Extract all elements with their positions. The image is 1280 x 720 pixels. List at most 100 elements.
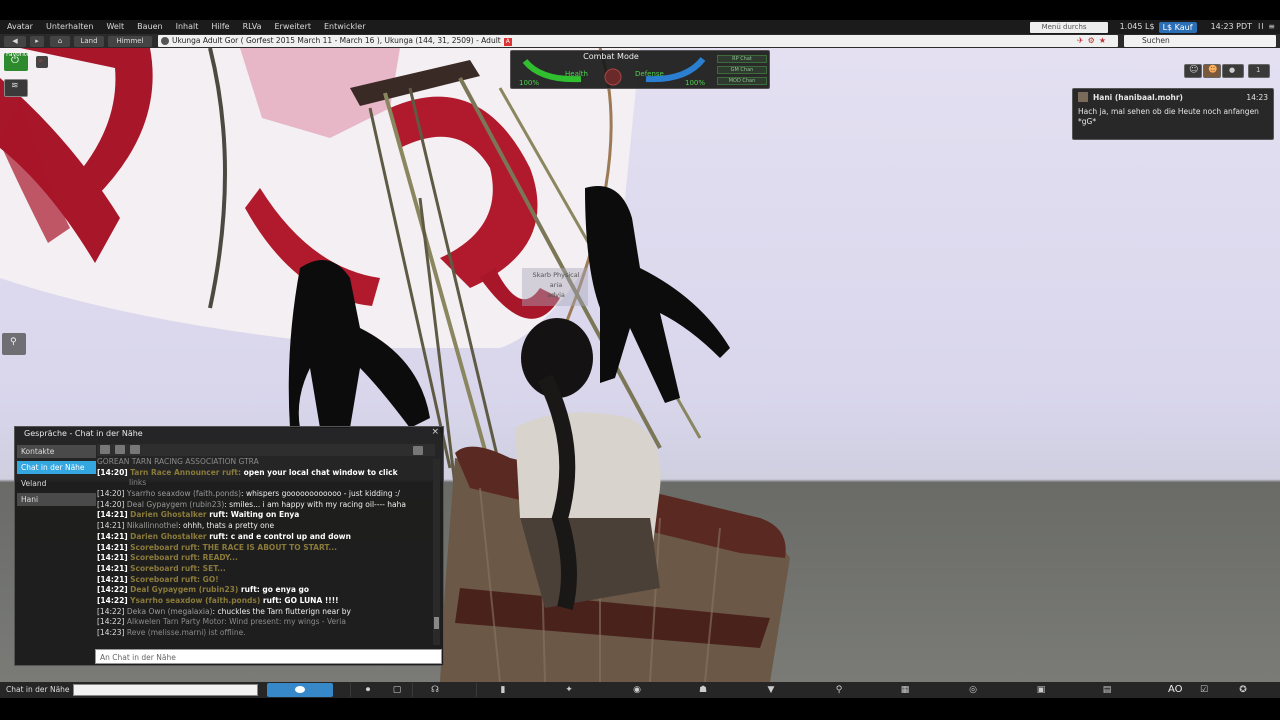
chat-scrollbar[interactable] [433, 459, 440, 645]
menu-inhalt[interactable]: Inhalt [169, 20, 205, 34]
chat-timestamp: [14:21] [97, 553, 128, 563]
search-input[interactable]: Suchen [1124, 35, 1276, 47]
menu-unterhalten[interactable]: Unterhalten [39, 20, 99, 34]
chat-sender-link[interactable]: Tarn Race Announcer ruft: [130, 468, 241, 477]
rp-channel-button[interactable]: RP Chat [717, 55, 767, 63]
info-icon[interactable] [161, 37, 169, 45]
navigation-bar: ◀ ▸ ⌂ Land Himmel Ukunga Adult Gor ( Gor… [0, 34, 1280, 48]
expand-button[interactable]: » [36, 56, 48, 68]
chat-sender-link[interactable]: Deka Own (megalaxia) [127, 607, 213, 616]
im-toast[interactable]: Hani (hanibaal.mohr) 14:23 Hach ja, mal … [1072, 88, 1274, 140]
chat-log: GOREAN TARN RACING ASSOCIATION GTRA [14:2… [97, 457, 437, 645]
parcel-property-icons[interactable]: ✈⚙★ [1077, 35, 1110, 47]
chat-history-button[interactable]: ● [1222, 64, 1244, 78]
chat-sender-link[interactable]: Ysarrho seaxdow (faith.ponds) [127, 489, 241, 498]
chat-window-title[interactable]: Gespräche - Chat in der Nähe [15, 427, 443, 441]
people-button[interactable]: ☺ [1184, 64, 1202, 78]
snapshot-icon[interactable]: ▣ [1034, 683, 1048, 697]
inventory-icon[interactable]: ▮ [496, 683, 510, 697]
gm-channel-button[interactable]: GM Chan [717, 66, 767, 74]
menu-entwickler[interactable]: Entwickler [317, 20, 372, 34]
chat-sender-link[interactable]: Nikallinnothel [127, 521, 178, 530]
chat-sender-link[interactable]: Scoreboard ruft: SET... [130, 564, 226, 573]
chat-sender-link[interactable]: Scoreboard ruft: READY... [130, 553, 238, 562]
microphone-icon[interactable]: ⏺ [360, 683, 376, 697]
chat-timestamp: [14:20] [97, 467, 128, 477]
tab-contacts[interactable]: Kontakte [17, 445, 96, 458]
voice-toggle-icon[interactable]: ▢ [392, 683, 402, 697]
notification-icon: 1 [1256, 66, 1261, 74]
chat-timestamp: [14:21] [97, 563, 128, 573]
person-icon: ☺ [1189, 65, 1199, 75]
gesture-icon[interactable]: ✪ [1236, 683, 1250, 697]
media-controls[interactable]: II ≡ [1258, 20, 1276, 34]
mod-channel-button[interactable]: MOD Chan [717, 77, 767, 85]
walk-icon[interactable]: ✦ [562, 683, 576, 697]
chat-sender-link[interactable]: Deal Gypaygem (rubin23) [127, 500, 224, 509]
arrow-right-icon: ▸ [35, 37, 39, 45]
people-icon[interactable]: ☗ [696, 683, 710, 697]
home-button[interactable]: ⌂ [50, 36, 70, 47]
clipboard-icon[interactable]: ▤ [1100, 683, 1114, 697]
home-icon: ⌂ [57, 37, 63, 45]
scroll-thumb[interactable] [434, 617, 439, 629]
chat-message: ruft: GO LUNA !!!! [260, 595, 339, 605]
conversations-button[interactable] [267, 683, 333, 697]
chat-sender-link[interactable]: Alkwelen Tarn Party Motor: Wind present:… [127, 617, 346, 626]
chat-line: [14:21] Nikallinnothel: ohhh, thats a pr… [97, 521, 437, 532]
headphones-icon[interactable]: ☊ [428, 683, 442, 697]
menu-rlva[interactable]: RLVa [236, 20, 268, 34]
menu-search-input[interactable]: Menü durchs [1029, 21, 1108, 33]
tab-hani[interactable]: Hani [17, 493, 96, 506]
close-icon[interactable]: × [431, 427, 439, 437]
chat-sender-link[interactable]: Darien Ghostalker [130, 532, 207, 541]
chat-line: [14:20] Deal Gypaygem (rubin23): smiles.… [97, 500, 437, 511]
collapse-button[interactable]: ≋ [4, 79, 28, 97]
balance: 1.045 L$ [1119, 22, 1155, 31]
menu-bauen[interactable]: Bauen [130, 20, 168, 34]
avatar-thumb-button[interactable]: ☻ [1203, 64, 1221, 78]
location-input[interactable]: Ukunga Adult Gor ( Gorfest 2015 March 11… [158, 35, 1118, 47]
chat-line: links [97, 478, 437, 489]
appearance-icon[interactable]: ▼ [764, 683, 778, 697]
chat-sender-link[interactable]: Ysarrho seaxdow (faith.ponds) [130, 596, 260, 605]
location-pin-button[interactable]: ⚲ [2, 333, 26, 355]
nearby-chat-label: Chat in der Nähe [6, 685, 70, 694]
camera-view-icon[interactable]: ◉ [630, 683, 644, 697]
chat-input[interactable]: An Chat in der Nähe [95, 649, 442, 664]
chat-sender-link[interactable]: Reve (melisse.marni) ist offline. [127, 628, 246, 637]
tab-veland[interactable]: Veland [17, 477, 96, 490]
menu-hilfe[interactable]: Hilfe [204, 20, 235, 34]
ao-toggle[interactable]: AO [1168, 684, 1183, 695]
sky-button[interactable]: Himmel [108, 36, 152, 47]
chat-sender-link[interactable]: Scoreboard ruft: THE RACE IS ABOUT TO ST… [130, 543, 337, 552]
menu-erweitert[interactable]: Erweitert [267, 20, 317, 34]
floating-name-tags: Skarb Physical aria adyia [524, 270, 588, 300]
minimap-icon[interactable]: ◎ [966, 683, 980, 697]
nearby-chat-input[interactable] [73, 684, 258, 696]
back-button[interactable]: ◀ [4, 36, 26, 47]
chat-sender-link[interactable]: GOREAN TARN RACING ASSOCIATION GTRA [97, 457, 259, 466]
tab-nearby-chat[interactable]: Chat in der Nähe [17, 461, 96, 474]
chat-sender-link[interactable]: Scoreboard ruft: GO! [130, 575, 219, 584]
forward-button[interactable]: ▸ [30, 36, 44, 47]
menu-welt[interactable]: Welt [99, 20, 130, 34]
window-options-icon[interactable] [413, 446, 423, 455]
chat-sender-link[interactable]: Deal Gypaygem (rubin23) [130, 585, 238, 594]
combat-hud[interactable]: Combat Mode Health Defense 100% 100% RP … [510, 50, 770, 89]
notifications-button[interactable]: 1 [1248, 64, 1270, 78]
edit-icon[interactable] [130, 445, 140, 454]
chat-settings-icon[interactable] [115, 445, 125, 454]
chat-timestamp: [14:22] [97, 617, 125, 627]
menu-avatar[interactable]: Avatar [0, 20, 39, 34]
chat-sender-link[interactable]: Darien Ghostalker [130, 510, 207, 519]
divider [412, 683, 413, 697]
divider [476, 683, 477, 697]
checkbox-icon[interactable]: ☑ [1198, 683, 1210, 697]
avatar-icon [1078, 92, 1088, 102]
add-person-icon[interactable] [100, 445, 110, 454]
search-icon[interactable]: ⚲ [832, 683, 846, 697]
map-icon[interactable]: ▦ [898, 683, 912, 697]
land-button[interactable]: Land [74, 36, 104, 47]
buy-currency-button[interactable]: L$ Kauf [1158, 21, 1197, 33]
